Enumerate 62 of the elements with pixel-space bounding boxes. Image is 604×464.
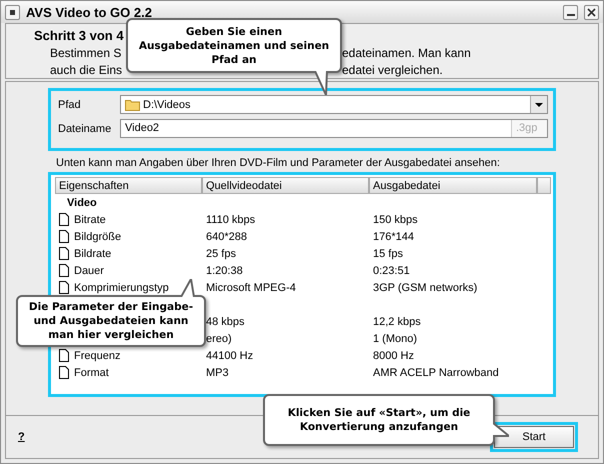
table-cell-text: ereo) bbox=[205, 332, 233, 344]
group-label: Video bbox=[66, 196, 98, 208]
table-cell-text: 150 kbps bbox=[372, 214, 419, 226]
system-menu-button[interactable] bbox=[5, 4, 20, 20]
document-icon bbox=[59, 281, 69, 294]
callout-bubble: Geben Sie einen Ausgabedateinamen und seinen Pfad an bbox=[126, 18, 342, 73]
step-title: Schritt 3 von 4 bbox=[34, 28, 124, 43]
property-name: Bildgröße bbox=[74, 230, 122, 242]
document-icon bbox=[59, 213, 69, 226]
table-cell-text: 3GP (GSM networks) bbox=[372, 282, 478, 294]
description-text: edatei vergleichen. bbox=[342, 62, 443, 79]
property-name: Komprimierungstyp bbox=[74, 282, 169, 294]
callout-bubble: Klicken Sie auf «Start», um die Konvertierung anzufangen bbox=[263, 394, 495, 446]
property-name: Dauer bbox=[74, 264, 104, 276]
info-text: Unten kann man Angaben über Ihren DVD-Film und Parameter der Ausgabedatei ansehen: bbox=[56, 157, 501, 169]
document-icon bbox=[59, 349, 69, 362]
column-header[interactable]: Quellvideodatei bbox=[202, 177, 369, 194]
description-text: edateinamen. Man kann bbox=[342, 45, 471, 62]
folder-icon bbox=[125, 98, 141, 111]
table-cell-text: 1 (Mono) bbox=[372, 332, 418, 344]
path-value: D:\Videos bbox=[143, 98, 190, 110]
callout-pointer bbox=[493, 423, 509, 437]
table-cell-text: Microsoft MPEG-4 bbox=[205, 282, 297, 294]
table-cell-text: 25 fps bbox=[205, 248, 237, 260]
table-cell-text: 44100 Hz bbox=[205, 350, 254, 362]
document-icon bbox=[59, 230, 69, 243]
table-cell-text: 640*288 bbox=[205, 230, 248, 242]
path-label: Pfad bbox=[58, 98, 82, 110]
window-title: AVS Video to GO 2.2 bbox=[26, 4, 153, 20]
callout-pointer bbox=[181, 279, 195, 297]
start-button[interactable]: Start bbox=[494, 426, 574, 448]
callout-pointer bbox=[314, 71, 328, 95]
table-cell-text: 1110 kbps bbox=[205, 214, 256, 226]
caret-icon bbox=[535, 102, 543, 106]
table-cell-text: AMR ACELP Narrowband bbox=[372, 366, 500, 378]
table-cell-text: 176*144 bbox=[372, 230, 415, 242]
table-cell-text: MP3 bbox=[205, 366, 230, 378]
column-header[interactable]: Eigenschaften bbox=[55, 177, 202, 194]
table-cell-text: 15 fps bbox=[372, 248, 404, 260]
minimize-button[interactable] bbox=[563, 4, 578, 20]
table-cell-text: 8000 Hz bbox=[372, 350, 415, 362]
description-text: Bestimmen S bbox=[50, 45, 122, 62]
document-icon bbox=[59, 247, 69, 260]
table-cell-text: 1:20:38 bbox=[205, 264, 244, 276]
close-button[interactable] bbox=[584, 4, 599, 20]
filename-label: Dateiname bbox=[58, 122, 112, 134]
callout-bubble: Die Parameter der Eingabe- und Ausgabedateien kann man hier vergleichen bbox=[16, 295, 206, 347]
property-name: Bildrate bbox=[74, 248, 112, 260]
document-icon bbox=[59, 264, 69, 277]
square-icon bbox=[10, 10, 15, 14]
property-name: Frequenz bbox=[74, 350, 120, 362]
help-link[interactable]: ? bbox=[18, 431, 25, 443]
column-header[interactable]: Ausgabedatei bbox=[369, 177, 537, 194]
property-name: Bitrate bbox=[74, 214, 106, 226]
description-text: auch die Eins bbox=[50, 62, 122, 79]
table-cell-text: 0:23:51 bbox=[372, 264, 411, 276]
table-cell-text: 12,2 kbps bbox=[372, 316, 422, 328]
close-icon bbox=[587, 8, 596, 16]
dropdown-button[interactable] bbox=[530, 96, 547, 113]
document-icon bbox=[59, 366, 69, 379]
table-cell-text: 48 kbps bbox=[205, 316, 246, 328]
property-name: Format bbox=[74, 366, 109, 378]
